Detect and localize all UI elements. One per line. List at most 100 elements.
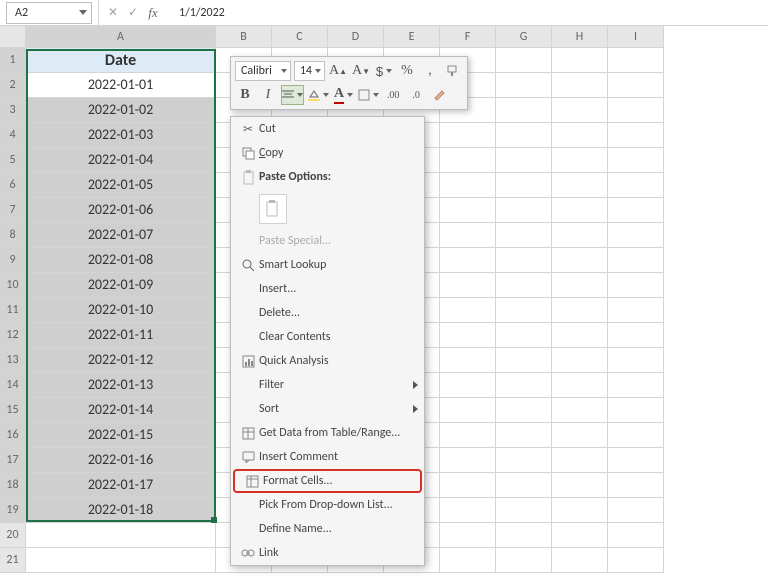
cell[interactable] [608,323,664,348]
row-header[interactable]: 10 [0,273,26,298]
comma-button[interactable]: , [420,61,440,81]
align-center-button[interactable] [281,85,304,105]
cell[interactable] [608,223,664,248]
row-header[interactable]: 15 [0,398,26,423]
cell[interactable] [552,548,608,573]
cell[interactable]: 2022-01-17 [26,473,216,498]
cell[interactable] [496,373,552,398]
cell[interactable] [440,373,496,398]
cell[interactable] [552,198,608,223]
grow-font-button[interactable]: A▲ [328,61,348,81]
paste-default-button[interactable] [259,194,287,224]
cell[interactable] [440,348,496,373]
cell[interactable] [26,523,216,548]
cell[interactable] [608,73,664,98]
cell[interactable] [552,248,608,273]
row-header[interactable]: 19 [0,498,26,523]
cell[interactable] [496,423,552,448]
row-header[interactable]: 14 [0,373,26,398]
menu-insert[interactable]: Insert... [231,277,424,301]
cell[interactable] [552,348,608,373]
row-header[interactable]: 9 [0,248,26,273]
cell[interactable] [608,98,664,123]
cell[interactable]: 2022-01-03 [26,123,216,148]
cell[interactable] [496,48,552,73]
cell[interactable]: 2022-01-06 [26,198,216,223]
cell[interactable] [496,148,552,173]
cell[interactable]: Date [26,48,216,73]
cell[interactable]: 2022-01-18 [26,498,216,523]
column-header-C[interactable]: C [272,26,328,48]
cell[interactable] [608,123,664,148]
cell[interactable] [608,298,664,323]
cell[interactable] [496,273,552,298]
menu-pick-from-list[interactable]: Pick From Drop-down List... [231,493,424,517]
cell[interactable] [440,398,496,423]
cell[interactable]: 2022-01-08 [26,248,216,273]
cell[interactable] [496,98,552,123]
percent-button[interactable]: % [397,61,417,81]
menu-delete[interactable]: Delete... [231,301,424,325]
cell[interactable] [608,248,664,273]
cell[interactable] [496,548,552,573]
cell[interactable]: 2022-01-16 [26,448,216,473]
menu-copy[interactable]: Copy [231,141,424,165]
menu-link[interactable]: Link [231,541,424,565]
decrease-decimal-button[interactable]: .0 [406,85,426,105]
row-header[interactable]: 13 [0,348,26,373]
row-header[interactable]: 4 [0,123,26,148]
cell[interactable] [552,473,608,498]
cell[interactable]: 2022-01-13 [26,373,216,398]
cell[interactable] [552,448,608,473]
column-header-B[interactable]: B [216,26,272,48]
borders-button[interactable] [357,85,380,105]
cell[interactable]: 2022-01-14 [26,398,216,423]
cell[interactable] [608,498,664,523]
row-header[interactable]: 2 [0,73,26,98]
cell[interactable] [552,173,608,198]
increase-decimal-button[interactable]: .00 [383,85,403,105]
shrink-font-button[interactable]: A▼ [351,61,371,81]
cell[interactable] [496,73,552,98]
column-header-I[interactable]: I [608,26,664,48]
cell[interactable] [496,248,552,273]
row-header[interactable]: 16 [0,423,26,448]
column-header-H[interactable]: H [552,26,608,48]
cell[interactable] [440,148,496,173]
row-header[interactable]: 3 [0,98,26,123]
row-header[interactable]: 12 [0,323,26,348]
column-header-D[interactable]: D [328,26,384,48]
cell[interactable]: 2022-01-04 [26,148,216,173]
cell[interactable] [552,223,608,248]
cell[interactable] [440,173,496,198]
cell[interactable] [496,473,552,498]
row-header[interactable]: 17 [0,448,26,473]
cell[interactable] [440,448,496,473]
name-box-dropdown-icon[interactable] [79,10,87,15]
cell[interactable] [552,373,608,398]
cell[interactable] [608,523,664,548]
row-header[interactable]: 6 [0,173,26,198]
row-header[interactable]: 8 [0,223,26,248]
select-all-corner[interactable] [0,26,26,48]
cell[interactable] [552,123,608,148]
column-header-E[interactable]: E [384,26,440,48]
cell[interactable] [552,523,608,548]
cell[interactable] [440,248,496,273]
cell[interactable]: 2022-01-09 [26,273,216,298]
cell[interactable]: 2022-01-05 [26,173,216,198]
menu-clear-contents[interactable]: Clear Contents [231,325,424,349]
column-header-F[interactable]: F [440,26,496,48]
name-box[interactable]: A2 [6,2,92,24]
cell[interactable]: 2022-01-15 [26,423,216,448]
row-header[interactable]: 7 [0,198,26,223]
cell[interactable] [552,423,608,448]
cell[interactable] [440,123,496,148]
cell[interactable] [552,98,608,123]
cell[interactable] [496,348,552,373]
cell[interactable] [608,273,664,298]
menu-insert-comment[interactable]: Insert Comment [231,445,424,469]
menu-define-name[interactable]: Define Name... [231,517,424,541]
row-header[interactable]: 5 [0,148,26,173]
cell[interactable] [496,323,552,348]
